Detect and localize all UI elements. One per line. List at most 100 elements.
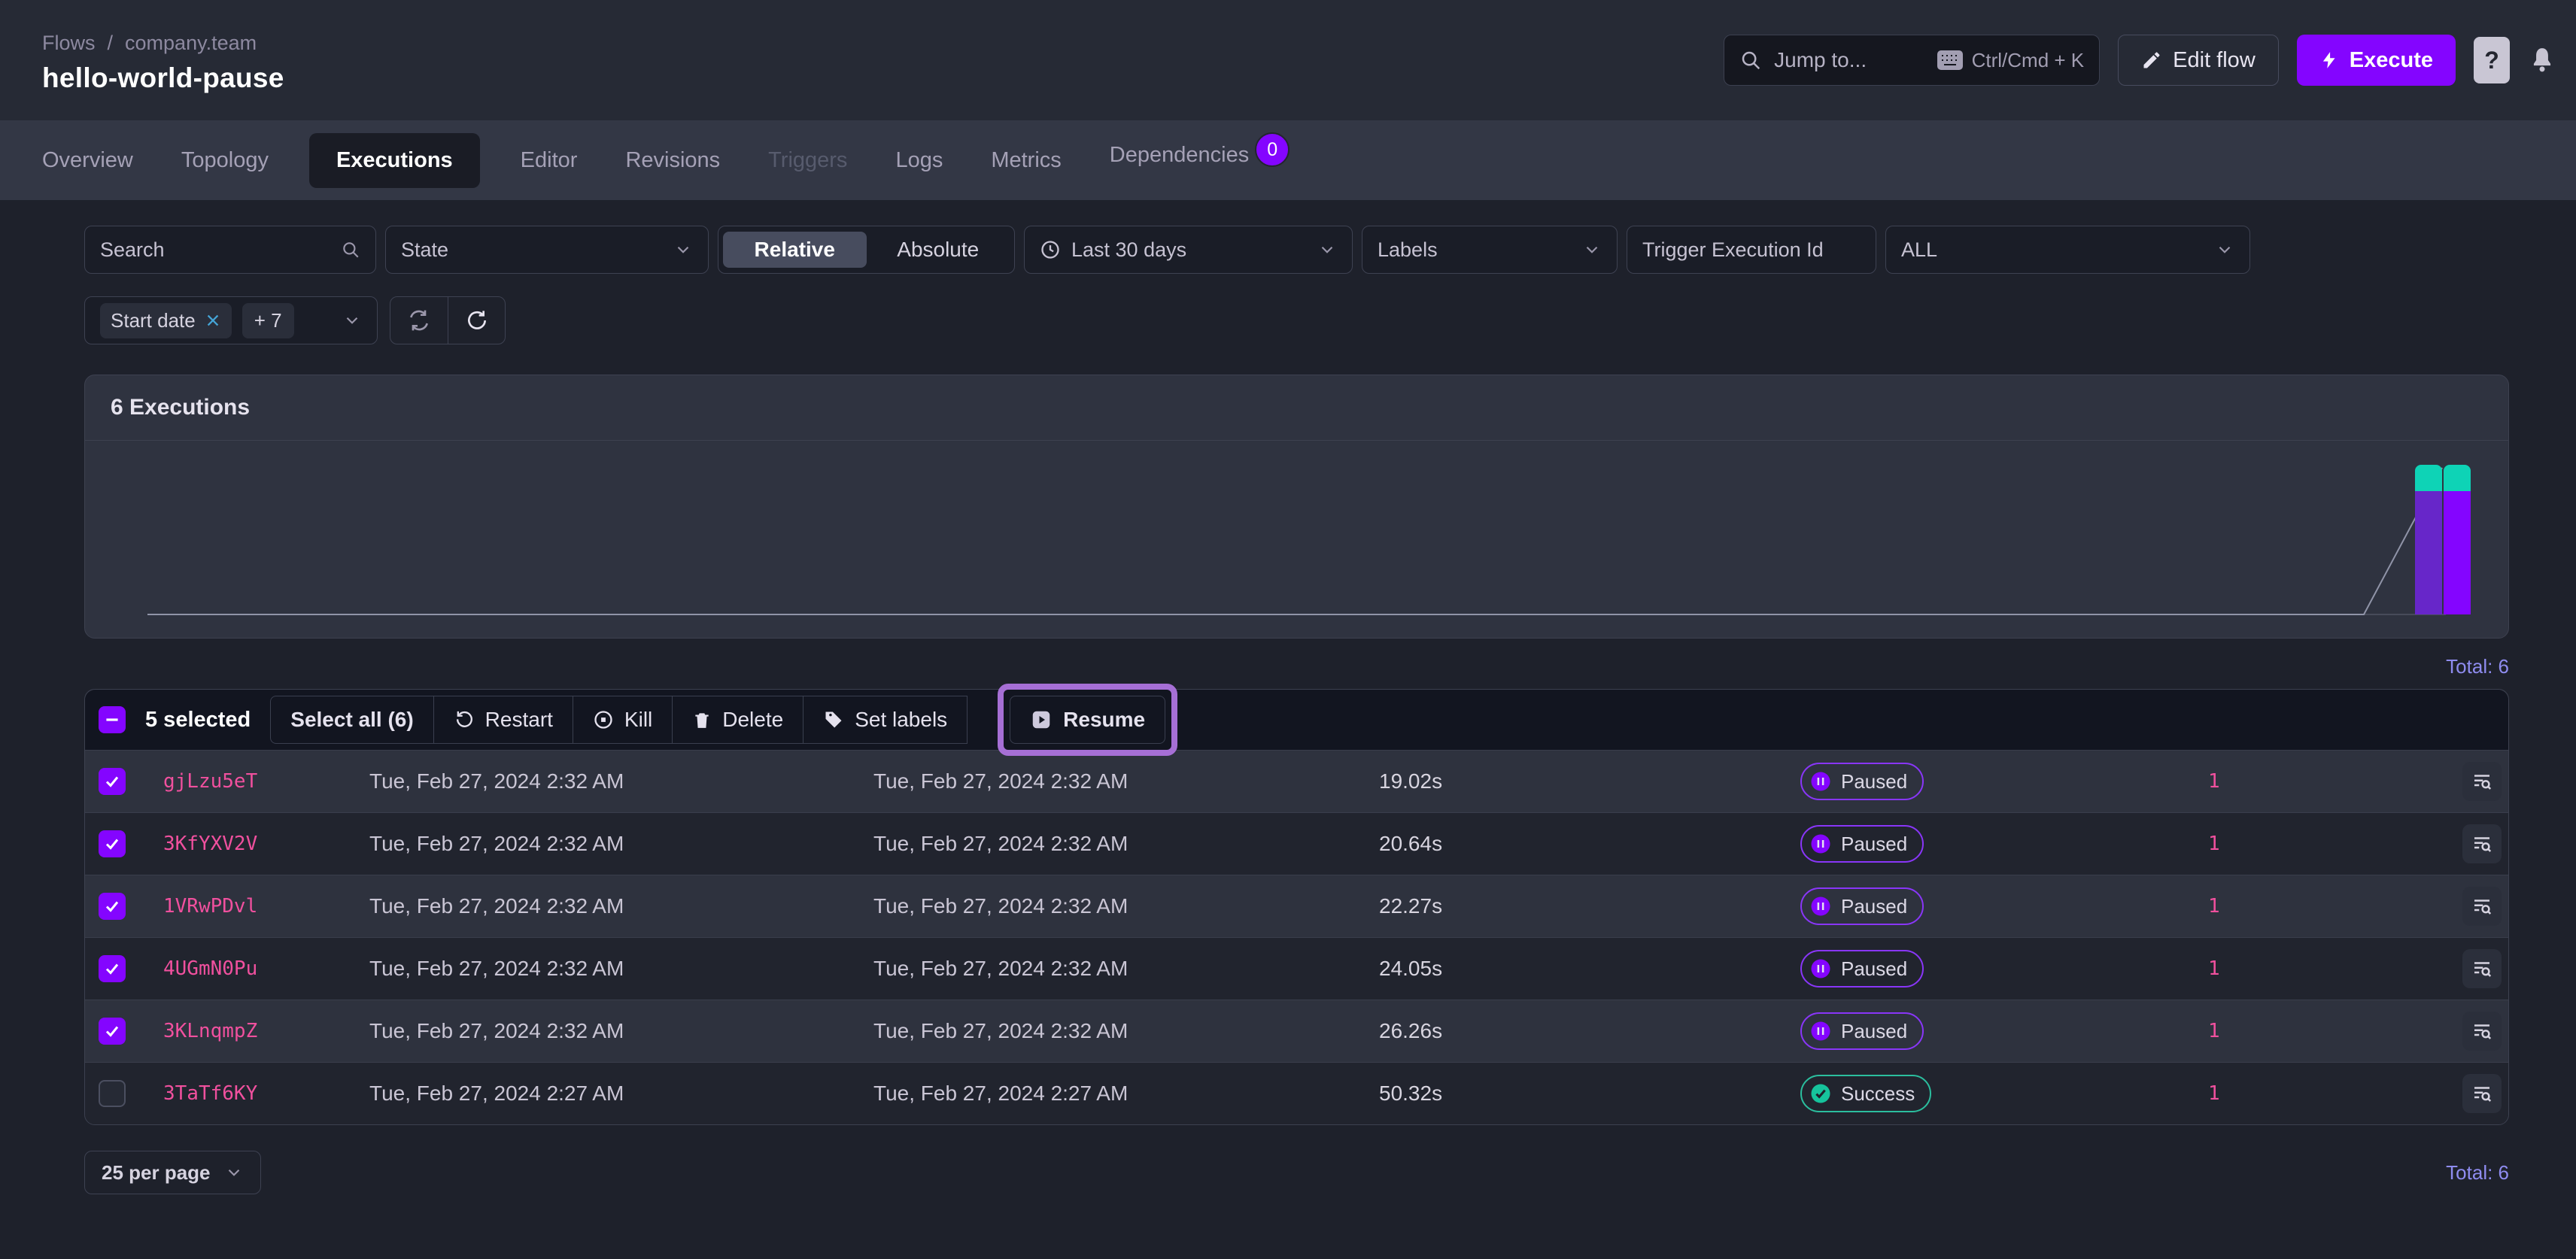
trigger-execution-id-filter[interactable] xyxy=(1627,226,1876,274)
table-row[interactable]: gjLzu5eT Tue, Feb 27, 2024 2:32 AM Tue, … xyxy=(85,750,2508,812)
breadcrumb-flows[interactable]: Flows xyxy=(42,32,96,55)
log-search-button[interactable] xyxy=(2462,887,2502,926)
table-row[interactable]: 3TaTf6KY Tue, Feb 27, 2024 2:27 AM Tue, … xyxy=(85,1062,2508,1124)
tab-triggers[interactable]: Triggers xyxy=(768,148,847,173)
log-search-button[interactable] xyxy=(2462,824,2502,863)
time-mode-toggle: Relative Absolute xyxy=(718,226,1015,274)
row-checkbox[interactable] xyxy=(99,1018,126,1045)
chevron-down-icon xyxy=(224,1163,244,1182)
duration-cell: 19.02s xyxy=(1379,769,1800,793)
execution-id-link[interactable]: 1VRwPDvl xyxy=(153,895,363,918)
table-row[interactable]: 3KfYXV2V Tue, Feb 27, 2024 2:32 AM Tue, … xyxy=(85,812,2508,875)
kill-button[interactable]: Kill xyxy=(573,696,673,744)
jump-to-search[interactable]: Ctrl/Cmd + K xyxy=(1724,35,2100,86)
execution-id-link[interactable]: 3KfYXV2V xyxy=(153,833,363,855)
bulk-actions-toolbar: 5 selected Select all (6) Restart Kill xyxy=(85,690,2508,750)
select-all-checkbox[interactable] xyxy=(99,706,126,733)
execute-button[interactable]: Execute xyxy=(2297,35,2456,86)
log-search-button[interactable] xyxy=(2462,1012,2502,1051)
row-checkbox[interactable] xyxy=(99,768,126,795)
search-input[interactable] xyxy=(100,238,330,262)
refresh-button[interactable] xyxy=(448,297,505,344)
relative-toggle[interactable]: Relative xyxy=(723,232,867,268)
trigger-execution-id-input[interactable] xyxy=(1642,238,1861,262)
start-date-cell: Tue, Feb 27, 2024 2:32 AM xyxy=(363,1019,867,1043)
search-filter[interactable] xyxy=(84,226,376,274)
restart-button[interactable]: Restart xyxy=(433,696,573,744)
text-search-icon xyxy=(2471,833,2493,855)
play-box-icon xyxy=(1030,708,1053,731)
breadcrumb-namespace[interactable]: company.team xyxy=(125,32,257,55)
check-icon xyxy=(103,1022,121,1040)
start-date-cell: Tue, Feb 27, 2024 2:32 AM xyxy=(363,769,867,793)
resume-highlight-annotation: Resume xyxy=(998,684,1177,756)
row-checkbox[interactable] xyxy=(99,1080,126,1107)
chip-close-icon[interactable] xyxy=(205,312,221,329)
table-row[interactable]: 4UGmN0Pu Tue, Feb 27, 2024 2:32 AM Tue, … xyxy=(85,937,2508,1000)
start-date-chip: Start date xyxy=(100,303,232,338)
table-row[interactable]: 3KLnqmpZ Tue, Feb 27, 2024 2:32 AM Tue, … xyxy=(85,1000,2508,1062)
execution-id-link[interactable]: 3KLnqmpZ xyxy=(153,1020,363,1042)
state-label: Paused xyxy=(1841,895,1907,918)
chevron-down-icon xyxy=(2215,240,2234,259)
tab-metrics[interactable]: Metrics xyxy=(991,148,1061,173)
execution-id-link[interactable]: gjLzu5eT xyxy=(153,770,363,793)
visible-columns-select[interactable]: Start date + 7 xyxy=(84,296,378,344)
tab-dependencies[interactable]: Dependencies 0 xyxy=(1110,143,1290,177)
search-icon xyxy=(1739,49,1762,71)
end-date-cell: Tue, Feb 27, 2024 2:32 AM xyxy=(867,957,1379,981)
row-checkbox[interactable] xyxy=(99,955,126,982)
check-icon xyxy=(103,772,121,790)
table-total-bottom: Total: 6 xyxy=(2446,1161,2509,1185)
log-search-button[interactable] xyxy=(2462,1074,2502,1113)
executions-chart-title: 6 Executions xyxy=(85,375,2508,441)
tab-overview[interactable]: Overview xyxy=(42,148,133,173)
table-footer: 25 per page Total: 6 xyxy=(84,1151,2509,1194)
refresh-button-group xyxy=(390,296,506,344)
execution-id-link[interactable]: 3TaTf6KY xyxy=(153,1082,363,1105)
end-date-cell: Tue, Feb 27, 2024 2:32 AM xyxy=(867,769,1379,793)
help-button[interactable]: ? xyxy=(2474,37,2510,83)
state-label: Paused xyxy=(1841,770,1907,793)
auto-refresh-button[interactable] xyxy=(390,297,448,344)
scope-filter-select[interactable]: ALL xyxy=(1885,226,2250,274)
execution-id-link[interactable]: 4UGmN0Pu xyxy=(153,957,363,980)
log-search-button[interactable] xyxy=(2462,949,2502,988)
absolute-toggle[interactable]: Absolute xyxy=(867,232,1010,268)
text-search-icon xyxy=(2471,1020,2493,1042)
state-badge: Success xyxy=(1800,1075,1931,1112)
resume-button[interactable]: Resume xyxy=(1010,696,1165,744)
log-search-button[interactable] xyxy=(2462,762,2502,801)
check-icon xyxy=(103,897,121,915)
text-search-icon xyxy=(2471,770,2493,793)
check-icon xyxy=(103,835,121,853)
search-icon xyxy=(341,240,360,259)
set-labels-button[interactable]: Set labels xyxy=(803,696,968,744)
date-range-select[interactable]: Last 30 days xyxy=(1024,226,1353,274)
tab-editor[interactable]: Editor xyxy=(521,148,578,173)
labels-filter-select[interactable]: Labels xyxy=(1362,226,1618,274)
bell-icon[interactable] xyxy=(2528,45,2556,75)
row-checkbox[interactable] xyxy=(99,830,126,857)
bulk-action-buttons: Select all (6) Restart Kill xyxy=(270,696,968,744)
minus-icon xyxy=(102,710,122,730)
executions-chart xyxy=(85,441,2508,638)
table-total-top: Total: 6 xyxy=(84,655,2509,678)
row-checkbox[interactable] xyxy=(99,893,126,920)
jump-to-input[interactable] xyxy=(1774,48,1924,72)
attempt-count-cell: 1 xyxy=(2192,833,2462,855)
tab-executions[interactable]: Executions xyxy=(309,133,480,188)
state-filter-select[interactable]: State xyxy=(385,226,709,274)
select-all-button[interactable]: Select all (6) xyxy=(270,696,433,744)
tab-logs[interactable]: Logs xyxy=(895,148,943,173)
pause-circle-icon xyxy=(1809,1020,1832,1042)
delete-button[interactable]: Delete xyxy=(672,696,803,744)
tag-icon xyxy=(823,709,844,730)
executions-chart-panel: 6 Executions xyxy=(84,375,2509,639)
tab-revisions[interactable]: Revisions xyxy=(625,148,720,173)
tab-topology[interactable]: Topology xyxy=(181,148,269,173)
per-page-select[interactable]: 25 per page xyxy=(84,1151,261,1194)
check-circle-icon xyxy=(1809,1082,1832,1105)
edit-flow-button[interactable]: Edit flow xyxy=(2118,35,2279,86)
table-row[interactable]: 1VRwPDvl Tue, Feb 27, 2024 2:32 AM Tue, … xyxy=(85,875,2508,937)
